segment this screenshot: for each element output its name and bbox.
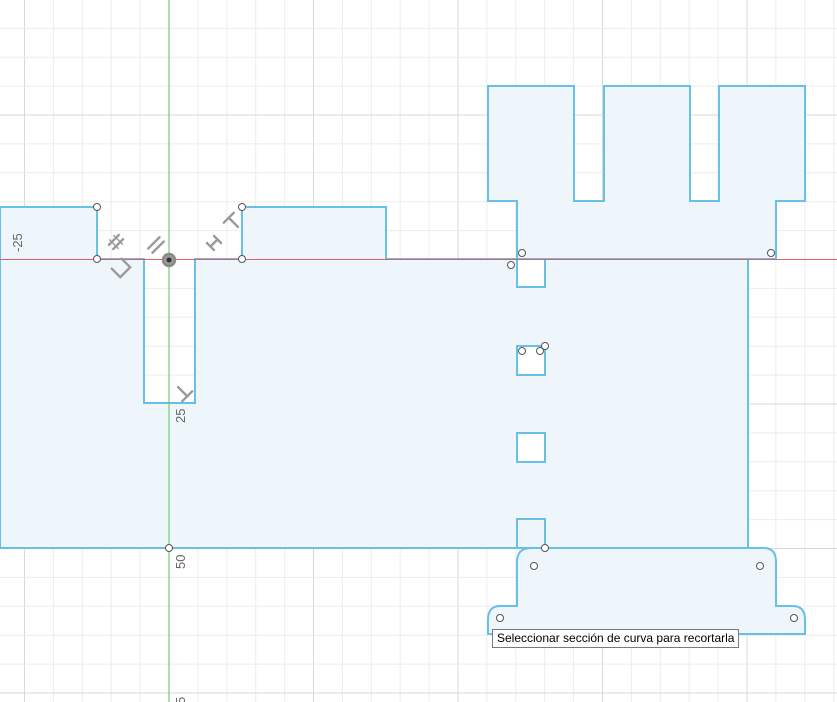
sketch-point (518, 347, 526, 355)
equal-constraint-icon (147, 236, 165, 254)
sketch-profile-top[interactable] (487, 85, 806, 260)
sketch-point (507, 261, 515, 269)
coincident-constraint-icon (161, 252, 177, 268)
sketch-point (530, 562, 538, 570)
axis-label-75-partial: 5 (173, 697, 188, 702)
sketch-point (767, 249, 775, 257)
sketch-point (790, 614, 798, 622)
axis-label-neg25: -25 (10, 233, 25, 252)
horizontal-constraint-icon (205, 234, 223, 252)
axis-label-25: 25 (173, 409, 188, 423)
sketch-slot-2[interactable] (516, 432, 546, 463)
sketch-point (165, 544, 173, 552)
sketch-point (238, 255, 246, 263)
sketch-point (756, 562, 764, 570)
axis-label-50: 50 (173, 555, 188, 569)
sketch-point (541, 342, 549, 350)
sketch-point (541, 544, 549, 552)
sketch-point (93, 203, 101, 211)
trim-tooltip: Seleccionar sección de curva para recort… (492, 629, 740, 648)
sketch-point (238, 203, 246, 211)
sketch-canvas[interactable]: -25 25 50 5 Seleccionar sección de curva… (0, 0, 837, 702)
sketch-point (518, 249, 526, 257)
perpendicular-constraint-icon (176, 385, 194, 403)
sketch-point (93, 255, 101, 263)
parallel-constraint-icon (107, 233, 125, 251)
sketch-svg[interactable]: -25 25 50 5 (0, 0, 837, 702)
sketch-profile-bottom[interactable] (487, 547, 806, 635)
sketch-point (496, 614, 504, 622)
